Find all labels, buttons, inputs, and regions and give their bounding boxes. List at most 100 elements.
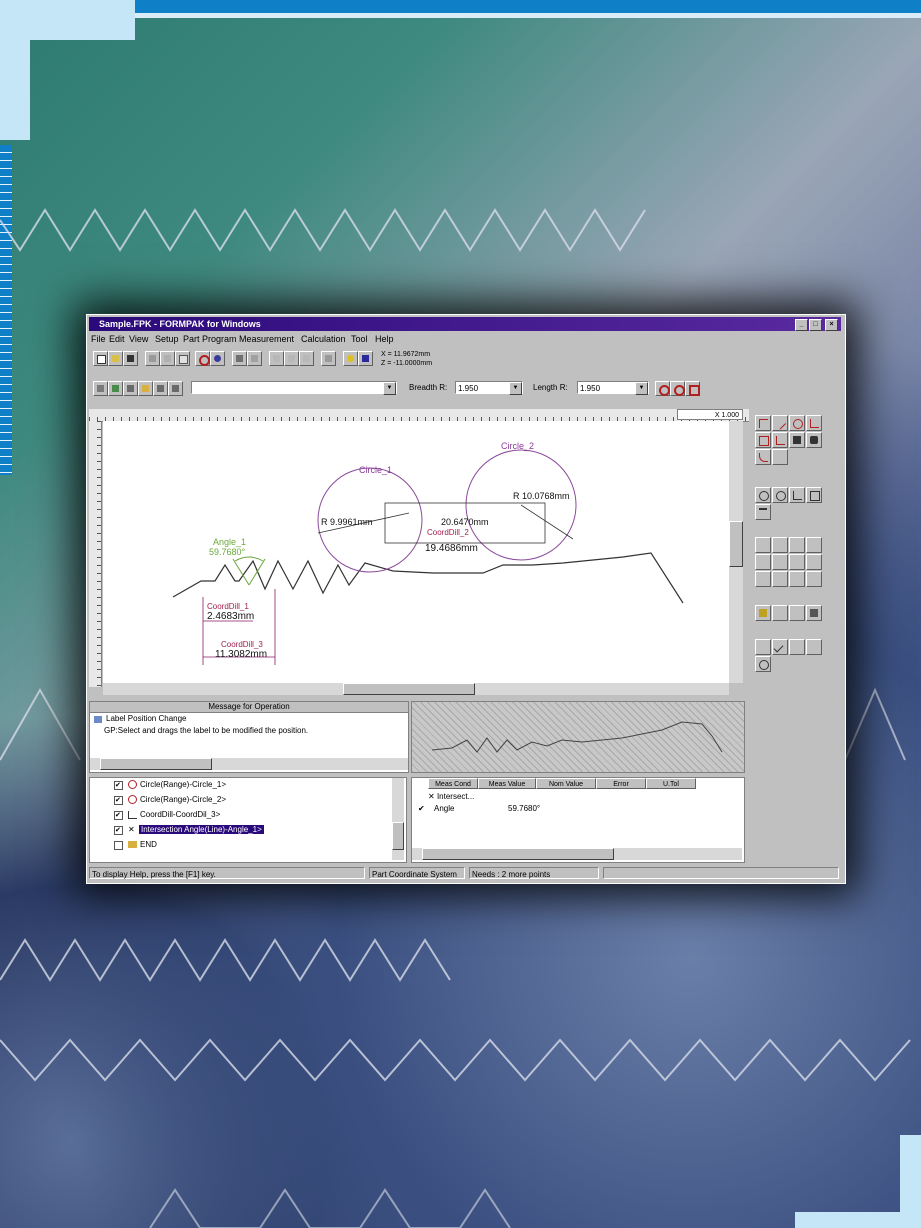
grid-palette-button-8[interactable] <box>806 554 822 570</box>
grid-palette-button-9[interactable] <box>755 571 771 587</box>
menu-tool[interactable]: Tool <box>351 334 368 344</box>
menu-view[interactable]: View <box>129 334 148 344</box>
tree-item[interactable]: END <box>114 840 157 850</box>
tree-item-selected[interactable]: ✔ ✕ Intersection Angle(Line)-Angle_1> <box>114 825 264 835</box>
zoom-in-button[interactable] <box>655 381 670 396</box>
result-row[interactable]: ✕ Intersect... <box>428 792 474 801</box>
tree-item[interactable]: ✔ Circle(Range)-Circle_2> <box>114 795 226 805</box>
grid-palette-button-11[interactable] <box>789 571 805 587</box>
curve-tool-button[interactable] <box>755 449 771 465</box>
measurement-canvas[interactable]: Circle_1 Circle_2 R 9.9961mm R 10.0768mm… <box>103 421 729 683</box>
zoom-fit-button[interactable] <box>685 381 700 396</box>
palette-button-b3[interactable] <box>806 605 822 621</box>
column-header[interactable]: Meas Value <box>478 778 536 789</box>
chevron-down-icon[interactable]: ▼ <box>635 382 648 395</box>
grid-palette-button-4[interactable] <box>806 537 822 553</box>
calc-tool-button[interactable] <box>789 432 805 448</box>
grid-palette-button-7[interactable] <box>789 554 805 570</box>
tree-item[interactable]: ✔ CoordDill-CoordDil_3> <box>114 810 220 820</box>
preview-button[interactable] <box>247 351 262 366</box>
results-scroll-thumb[interactable] <box>422 848 614 860</box>
palette-button-c3[interactable] <box>789 639 805 655</box>
canvas-horizontal-scrollbar[interactable] <box>103 683 729 695</box>
menu-setup[interactable]: Setup <box>155 334 179 344</box>
copy-button[interactable] <box>175 351 190 366</box>
zoom-out-palette-button[interactable] <box>772 487 788 503</box>
help-button[interactable] <box>358 351 373 366</box>
chevron-down-icon[interactable]: ▼ <box>509 382 522 395</box>
column-header[interactable]: Meas Cond <box>428 778 478 789</box>
grid-palette-button-3[interactable] <box>789 537 805 553</box>
new-file-button[interactable] <box>93 351 108 366</box>
horizontal-scroll-thumb[interactable] <box>343 683 475 695</box>
tree-checkbox[interactable] <box>114 841 123 850</box>
angle-tool-button[interactable] <box>772 432 788 448</box>
grid-palette-button-6[interactable] <box>772 554 788 570</box>
groove-tool-button[interactable] <box>755 432 771 448</box>
measure-start-button[interactable] <box>195 351 210 366</box>
palette-button-c5[interactable] <box>755 656 771 672</box>
tree-scrollbar[interactable] <box>392 778 404 860</box>
maximize-button[interactable]: □ <box>809 319 822 331</box>
tree-item[interactable]: ✔ Circle(Range)-Circle_1> <box>114 780 226 790</box>
breadth-select[interactable]: 1.950 ▼ <box>455 381 523 395</box>
layout-button[interactable] <box>153 381 168 396</box>
stop-button[interactable] <box>299 351 314 366</box>
axis-palette-button[interactable] <box>789 487 805 503</box>
report-button[interactable] <box>168 381 183 396</box>
tree-checkbox[interactable]: ✔ <box>114 826 123 835</box>
close-button[interactable]: × <box>825 319 838 331</box>
cut-button[interactable] <box>160 351 175 366</box>
results-scrollbar[interactable] <box>412 848 742 860</box>
palette-button-c4[interactable] <box>806 639 822 655</box>
column-header[interactable]: U.Tol <box>646 778 696 789</box>
menu-part-program[interactable]: Part Program <box>183 334 237 344</box>
palette-button-b2[interactable] <box>789 605 805 621</box>
column-header[interactable]: Nom Value <box>536 778 596 789</box>
message-scroll-thumb[interactable] <box>100 758 212 770</box>
grid-palette-button-2[interactable] <box>772 537 788 553</box>
column-header[interactable]: Error <box>596 778 646 789</box>
save-file-button[interactable] <box>123 351 138 366</box>
palette-button-b1[interactable] <box>772 605 788 621</box>
menu-measurement[interactable]: Measurement <box>239 334 294 344</box>
text-palette-button[interactable] <box>755 504 771 520</box>
canvas-vertical-scrollbar[interactable] <box>729 421 743 683</box>
stylus-button[interactable] <box>210 351 225 366</box>
tree-checkbox[interactable]: ✔ <box>114 781 123 790</box>
zoom-in-palette-button[interactable] <box>755 487 771 503</box>
result-row[interactable]: ✔ Angle 59.7680° <box>418 804 618 813</box>
zoom-out-button[interactable] <box>670 381 685 396</box>
print-button[interactable] <box>232 351 247 366</box>
menu-calculation[interactable]: Calculation <box>301 334 346 344</box>
blank-tool-button[interactable] <box>772 449 788 465</box>
grid-palette-button-5[interactable] <box>755 554 771 570</box>
tree-checkbox[interactable]: ✔ <box>114 811 123 820</box>
frame-palette-button[interactable] <box>806 487 822 503</box>
probe-palette-button[interactable] <box>755 605 771 621</box>
line-tool-button[interactable] <box>772 415 788 431</box>
run-button[interactable] <box>269 351 284 366</box>
step-tool-button[interactable] <box>806 415 822 431</box>
undo-button[interactable] <box>145 351 160 366</box>
result-checkbox[interactable]: ✔ <box>418 804 425 813</box>
palette-button-c2[interactable] <box>772 639 788 655</box>
minimize-button[interactable]: _ <box>795 319 808 331</box>
pointer-button[interactable] <box>321 351 336 366</box>
menu-help[interactable]: Help <box>375 334 394 344</box>
folder-button[interactable] <box>138 381 153 396</box>
tree-checkbox[interactable]: ✔ <box>114 796 123 805</box>
palette-button-c1[interactable] <box>755 639 771 655</box>
graph-button[interactable] <box>108 381 123 396</box>
tolerance-tool-button[interactable] <box>806 432 822 448</box>
grid-palette-button-10[interactable] <box>772 571 788 587</box>
vertical-scroll-thumb[interactable] <box>729 521 743 567</box>
grid-palette-button-12[interactable] <box>806 571 822 587</box>
measure-button[interactable] <box>123 381 138 396</box>
point-tool-button[interactable] <box>755 415 771 431</box>
tree-scroll-thumb[interactable] <box>392 822 404 850</box>
open-file-button[interactable] <box>108 351 123 366</box>
view-all-button[interactable] <box>93 381 108 396</box>
step-button[interactable] <box>284 351 299 366</box>
profile-preview-graph[interactable] <box>411 701 745 773</box>
